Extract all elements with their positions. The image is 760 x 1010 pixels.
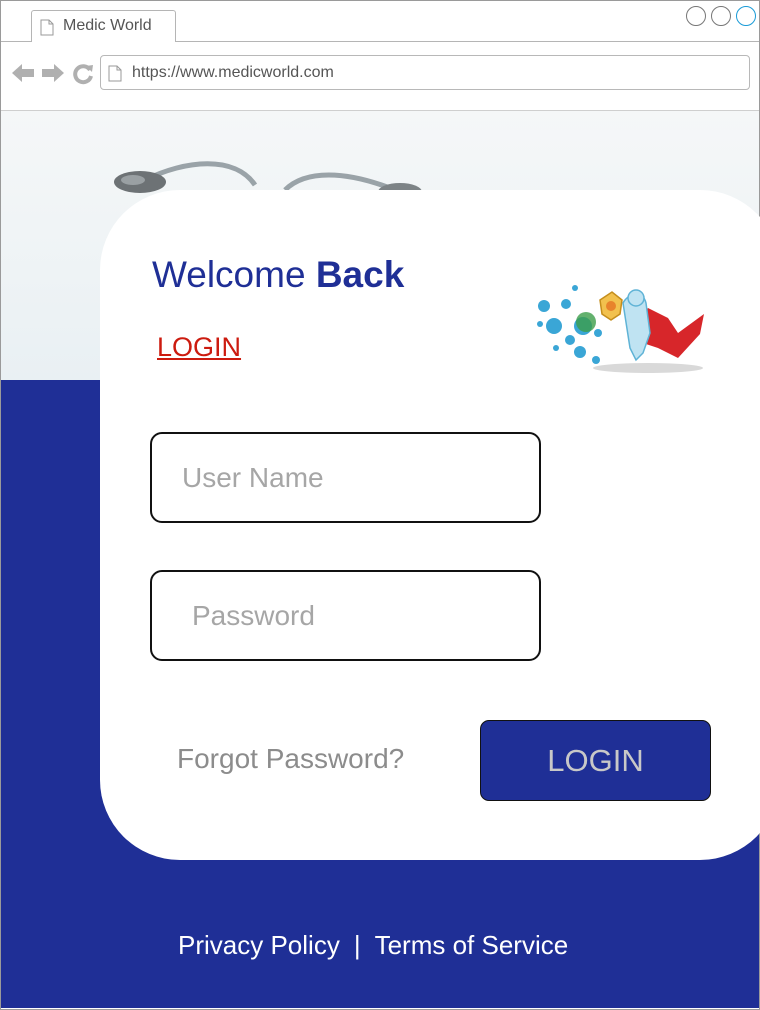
tab-title: Medic World <box>63 17 152 34</box>
page-title: Welcome Back <box>152 254 404 296</box>
welcome-bold-text: Back <box>315 254 405 295</box>
browser-tab[interactable]: Medic World <box>31 10 176 42</box>
address-bar[interactable]: https://www.medicworld.com <box>100 55 750 90</box>
navigation-bar: https://www.medicworld.com <box>1 42 759 111</box>
footer-separator: | <box>353 930 361 960</box>
terms-of-service-link[interactable]: Terms of Service <box>375 930 569 960</box>
password-input[interactable] <box>150 570 541 661</box>
window-maximize-button[interactable] <box>711 6 731 26</box>
window-close-button[interactable] <box>736 6 756 26</box>
login-link[interactable]: LOGIN <box>157 332 241 363</box>
username-input[interactable] <box>150 432 541 523</box>
window-minimize-button[interactable] <box>686 6 706 26</box>
url-text: https://www.medicworld.com <box>132 64 334 81</box>
page-icon <box>108 65 122 82</box>
login-button[interactable]: LOGIN <box>480 720 711 801</box>
footer-links: Privacy Policy | Terms of Service <box>178 930 568 961</box>
welcome-text: Welcome <box>152 254 316 295</box>
page-icon <box>40 19 54 36</box>
back-arrow-icon[interactable] <box>11 63 35 83</box>
forgot-password-link[interactable]: Forgot Password? <box>177 743 404 775</box>
privacy-policy-link[interactable]: Privacy Policy <box>178 930 340 960</box>
virus-hero-illustration <box>537 285 704 373</box>
tab-bar: Medic World <box>1 1 759 42</box>
forward-arrow-icon[interactable] <box>41 63 65 83</box>
reload-icon[interactable] <box>72 63 94 85</box>
